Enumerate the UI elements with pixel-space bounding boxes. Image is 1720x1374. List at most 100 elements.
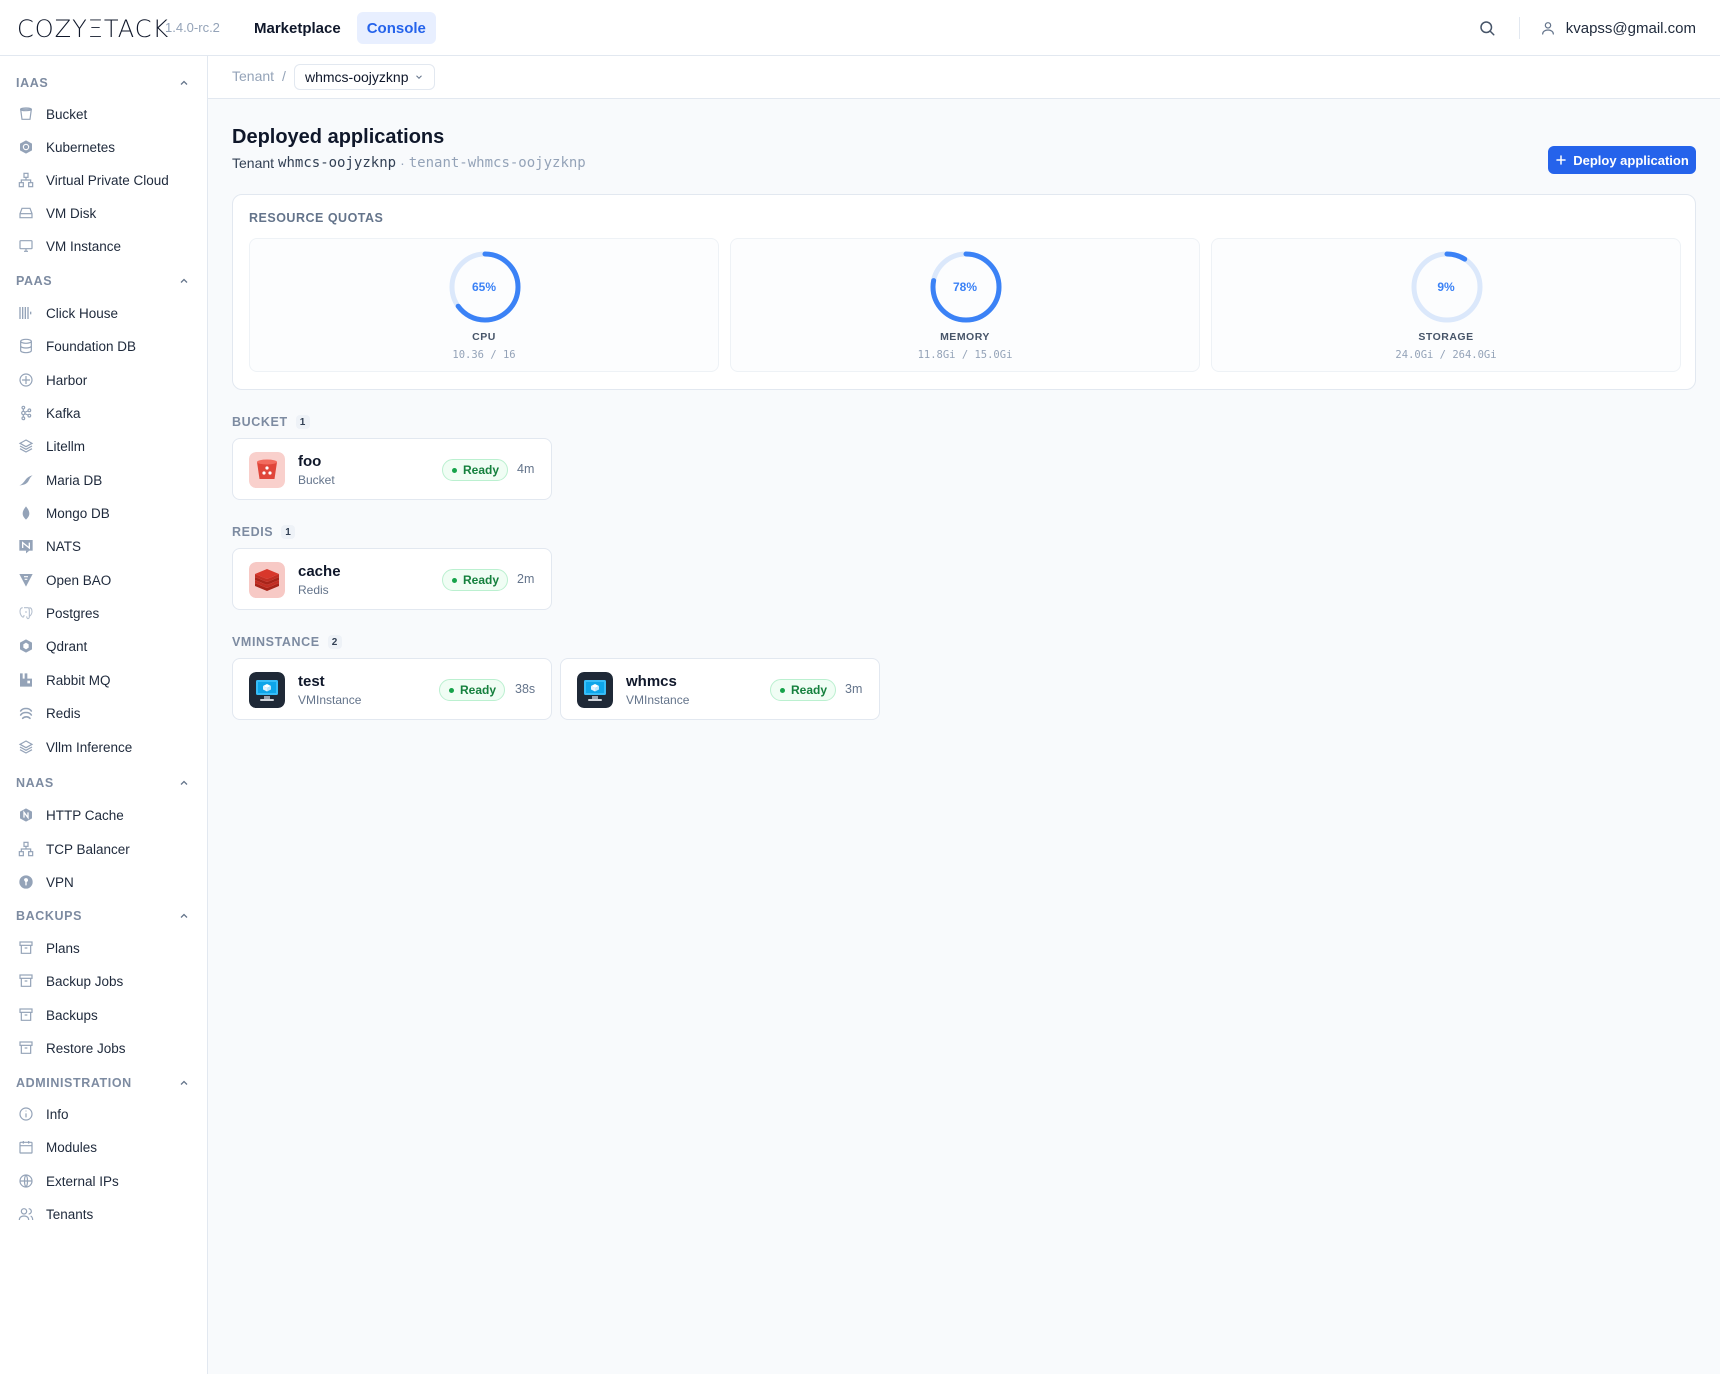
sidebar-item-label: Litellm — [46, 438, 86, 454]
sidebar-group-administration[interactable]: ADMINISTRATION — [16, 1073, 190, 1093]
quota-label: CPU — [472, 331, 496, 343]
sidebar-item-external-ips[interactable]: External IPs — [18, 1167, 198, 1195]
sidebar-item-open-bao[interactable]: Open BAO — [18, 566, 198, 594]
bucket-icon — [249, 452, 285, 488]
chevron-up-icon — [180, 913, 188, 918]
breadcrumb: Tenant / whmcs-oojyzknp — [208, 56, 1720, 99]
status-badge: Ready — [770, 679, 837, 701]
section-title: VMINSTANCE — [232, 635, 320, 649]
top-right: kvapss@gmail.com — [1473, 14, 1696, 42]
sidebar-item-tcp-balancer[interactable]: TCP Balancer — [18, 835, 198, 863]
archive-icon — [19, 941, 33, 954]
sidebar-item-label: Modules — [46, 1139, 98, 1155]
sidebar-item-restore-jobs[interactable]: Restore Jobs — [18, 1034, 198, 1062]
top-bar: COZYΞTACK 1.4.0-rc.2 Marketplace Console… — [0, 0, 1720, 56]
tenant-label: Tenant — [232, 155, 275, 171]
sidebar-item-label: Qdrant — [46, 638, 88, 654]
sidebar-item-click-house[interactable]: Click House — [18, 299, 198, 327]
sidebar-item-modules[interactable]: Modules — [18, 1133, 198, 1161]
sidebar-group-title: ADMINISTRATION — [16, 1076, 132, 1090]
page-subtitle: Tenant whmcs-oojyzknp · tenant-whmcs-ooj… — [232, 155, 586, 171]
sidebar: IAAS Bucket Kubernetes Virtual Private C… — [0, 56, 208, 1374]
sidebar-item-label: Foundation DB — [46, 338, 137, 354]
sidebar-item-backup-jobs[interactable]: Backup Jobs — [18, 967, 198, 995]
sidebar-group-backups[interactable]: BACKUPS — [16, 906, 190, 926]
sidebar-item-vpn[interactable]: VPN — [18, 868, 198, 896]
sidebar-item-qdrant[interactable]: Qdrant — [18, 632, 198, 660]
app-card-cache[interactable]: cache Redis Ready 2m — [232, 548, 552, 610]
sidebar-item-postgres[interactable]: Postgres — [18, 599, 198, 627]
mariadb-icon — [19, 475, 33, 486]
sidebar-item-label: Bucket — [46, 106, 88, 122]
breadcrumb-separator: / — [282, 68, 286, 84]
sidebar-group-naas[interactable]: NAAS — [16, 773, 190, 793]
app-name: foo — [298, 453, 322, 470]
redis-icon — [249, 562, 285, 598]
nats-icon — [19, 540, 33, 554]
chevron-up-icon — [180, 1080, 188, 1085]
sidebar-item-vm-disk[interactable]: VM Disk — [18, 199, 198, 227]
brand-logo[interactable]: COZYΞTACK — [17, 15, 169, 43]
quota-percent: 65% — [471, 280, 497, 294]
status-dot — [449, 687, 454, 693]
vpn-icon — [19, 875, 33, 889]
sidebar-item-plans[interactable]: Plans — [18, 934, 198, 962]
app-card-test[interactable]: test VMInstance Ready 38s — [232, 658, 552, 720]
sidebar-group-iaas[interactable]: IAAS — [16, 73, 190, 93]
sidebar-item-backups[interactable]: Backups — [18, 1001, 198, 1029]
sidebar-item-virtual-private-cloud[interactable]: Virtual Private Cloud — [18, 166, 198, 194]
deploy-application-button[interactable]: Deploy application — [1548, 146, 1696, 174]
sidebar-item-rabbit-mq[interactable]: Rabbit MQ — [18, 666, 198, 694]
qdrant-icon — [20, 639, 32, 653]
sidebar-item-vm-instance[interactable]: VM Instance — [18, 232, 198, 260]
sidebar-item-maria-db[interactable]: Maria DB — [18, 466, 198, 494]
chevron-up-icon — [180, 278, 188, 283]
section-count: 2 — [327, 635, 342, 649]
quota-cpu: 65% CPU 10.36 / 16 — [249, 238, 719, 372]
user-email: kvapss@gmail.com — [1565, 19, 1696, 37]
tab-console[interactable]: Console — [356, 12, 436, 44]
user-menu[interactable]: kvapss@gmail.com — [1540, 20, 1696, 37]
nginx-icon — [20, 808, 32, 822]
chevron-up-icon — [180, 780, 188, 785]
status-dot — [780, 687, 785, 693]
breadcrumb-root[interactable]: Tenant — [232, 68, 274, 84]
sidebar-item-nats[interactable]: NATS — [18, 532, 198, 560]
status-badge: Ready — [442, 459, 509, 481]
tab-marketplace[interactable]: Marketplace — [244, 12, 351, 44]
sidebar-item-kafka[interactable]: Kafka — [18, 399, 198, 427]
sidebar-group-title: NAAS — [16, 776, 54, 790]
sidebar-item-info[interactable]: Info — [18, 1100, 198, 1128]
sidebar-item-foundation-db[interactable]: Foundation DB — [18, 332, 198, 360]
sidebar-item-label: Plans — [46, 940, 80, 956]
status-text: Ready — [463, 463, 500, 477]
sidebar-item-bucket[interactable]: Bucket — [18, 100, 198, 128]
sidebar-item-http-cache[interactable]: HTTP Cache — [18, 801, 198, 829]
layers-icon — [18, 439, 34, 453]
chevron-up-icon — [180, 80, 188, 85]
sidebar-item-tenants[interactable]: Tenants — [18, 1200, 198, 1228]
sidebar-item-mongo-db[interactable]: Mongo DB — [18, 499, 198, 527]
sidebar-item-harbor[interactable]: Harbor — [18, 366, 198, 394]
sidebar-item-kubernetes[interactable]: Kubernetes — [18, 133, 198, 161]
tenant-select[interactable]: whmcs-oojyzknp — [294, 64, 436, 90]
sidebar-group-paas[interactable]: PAAS — [16, 271, 190, 291]
app-card-whmcs[interactable]: whmcs VMInstance Ready 3m — [560, 658, 880, 720]
network-icon — [18, 841, 34, 857]
search-icon[interactable] — [1473, 14, 1501, 42]
sidebar-item-redis[interactable]: Redis — [18, 699, 198, 727]
sidebar-item-label: TCP Balancer — [46, 841, 130, 857]
sidebar-group-title: BACKUPS — [16, 909, 83, 923]
sidebar-item-litellm[interactable]: Litellm — [18, 432, 198, 460]
status-text: Ready — [791, 683, 828, 697]
sidebar-item-label: Info — [46, 1106, 69, 1122]
quota-value: 24.0Gi / 264.0Gi — [1395, 349, 1497, 361]
sidebar-item-label: Click House — [46, 305, 119, 321]
sidebar-item-vllm-inference[interactable]: Vllm Inference — [18, 733, 198, 761]
sidebar-item-label: VM Disk — [46, 205, 97, 221]
app-card-foo[interactable]: foo Bucket Ready 4m — [232, 438, 552, 500]
quota-memory: 78% MEMORY 11.8Gi / 15.0Gi — [730, 238, 1200, 372]
status-text: Ready — [463, 573, 500, 587]
quota-storage: 9% STORAGE 24.0Gi / 264.0Gi — [1211, 238, 1681, 372]
sidebar-item-label: Open BAO — [46, 572, 112, 588]
